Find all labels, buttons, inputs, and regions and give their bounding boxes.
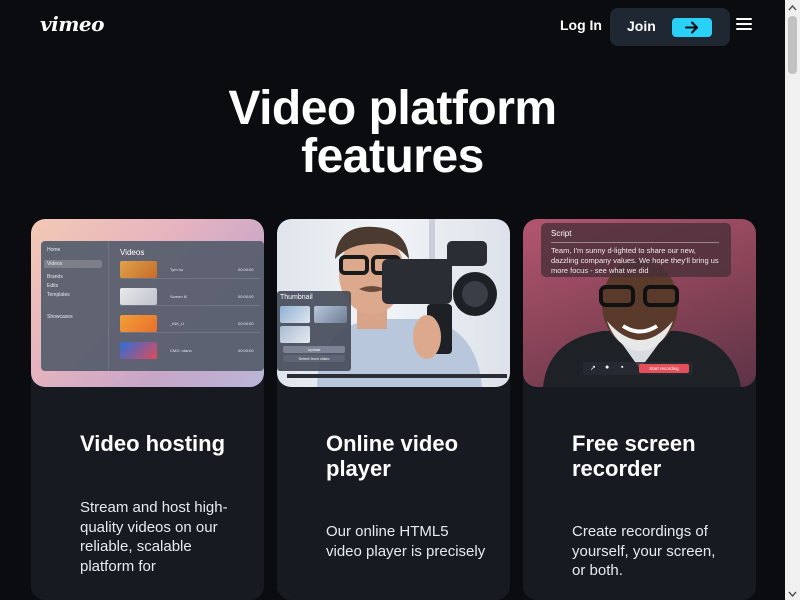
scroll-thumb[interactable]: [788, 16, 797, 74]
join-label: Join: [627, 18, 656, 34]
screen-recorder-photo: Script Team, I'm sunny d-lighted to shar…: [523, 219, 756, 387]
videos-panel-title: Videos: [120, 248, 145, 257]
sidebar-item-videos: Videos: [44, 260, 102, 268]
title-line-2: features: [301, 130, 484, 183]
script-title: Script: [551, 229, 572, 238]
scrollbar[interactable]: [785, 0, 800, 600]
feature-card-video-hosting[interactable]: Home Videos Brands Edits Templates Showc…: [31, 219, 264, 600]
card-title: Online video player: [326, 431, 459, 481]
arrow-right-icon: [672, 18, 712, 37]
join-button[interactable]: Join: [610, 8, 730, 46]
video-library-screenshot: Home Videos Brands Edits Templates Showc…: [31, 219, 264, 387]
feature-card-screen-recorder[interactable]: Script Team, I'm sunny d-lighted to shar…: [523, 219, 756, 600]
sidebar-item-home: Home: [47, 247, 61, 253]
top-nav: vimeo Log In Join: [0, 0, 785, 52]
select-from-video-button: Select from video: [283, 355, 345, 362]
sidebar-item-showcases: Showcases: [47, 314, 73, 320]
vimeo-logo[interactable]: vimeo: [40, 12, 104, 36]
feature-card-video-player[interactable]: Thumbnail Upload Select from video Onlin…: [277, 219, 510, 600]
scroll-up-icon[interactable]: [788, 4, 797, 12]
sidebar-item-brands: Brands: [47, 274, 63, 280]
list-item: Tym hu 00:00:00: [120, 261, 260, 279]
title-line-1: Video platform: [228, 82, 557, 135]
script-panel: Script Team, I'm sunny d-lighted to shar…: [541, 223, 731, 277]
page-title: Video platform features: [0, 85, 785, 181]
script-text: Team, I'm sunny d-lighted to share our n…: [551, 246, 719, 274]
pointer-icon: ↗: [590, 365, 596, 372]
camera-person-photo: Thumbnail Upload Select from video: [277, 219, 510, 387]
scroll-down-icon[interactable]: [788, 590, 797, 598]
upload-button: Upload: [283, 346, 345, 353]
microphone-icon: ●: [605, 364, 610, 371]
list-item: _INK_U 00:00:00: [120, 315, 260, 333]
card-description: Stream and host high-quality videos on o…: [80, 499, 228, 575]
list-item: CMG. rdano 00:00:00: [120, 342, 260, 360]
hamburger-menu-icon[interactable]: [736, 18, 752, 30]
card-description: Our online HTML5 video player is precise…: [326, 523, 486, 560]
start-recording-button: Start recording: [639, 364, 689, 373]
card-description: Create recordings of yourself, your scre…: [572, 523, 716, 579]
sidebar-item-templates: Templates: [47, 292, 70, 298]
camera-icon: ▪: [621, 364, 624, 371]
card-title: Free screen recorder: [572, 431, 696, 481]
list-item: Screen ill 00:00:00: [120, 288, 260, 306]
recorder-toolbar: ↗ ● ▪ Start recording: [583, 362, 693, 375]
thumbnail-panel: Thumbnail Upload Select from video: [277, 291, 351, 371]
sidebar-item-edits: Edits: [47, 283, 59, 289]
thumbnail-label: Thumbnail: [280, 294, 313, 301]
login-link[interactable]: Log In: [560, 17, 602, 33]
card-title: Video hosting: [80, 431, 226, 456]
